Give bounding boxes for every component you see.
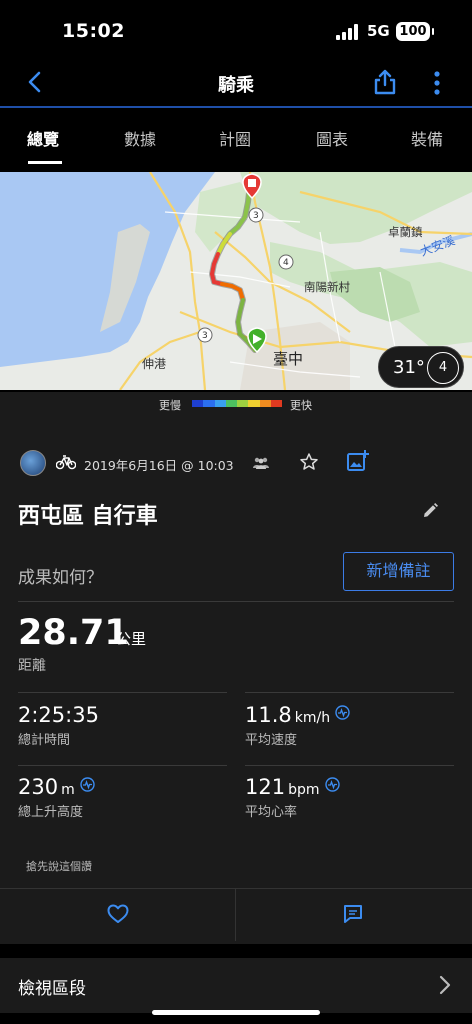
nav-bar: 騎乘 — [0, 60, 472, 108]
home-indicator[interactable] — [152, 1010, 320, 1015]
speed-color-scale — [192, 400, 282, 407]
stat-value: 121 — [245, 775, 286, 799]
view-segments-label: 檢視區段 — [18, 979, 86, 999]
legend-fast-label: 更快 — [290, 399, 312, 412]
social-action-row — [0, 888, 472, 941]
stat-label: 平均心率 — [245, 805, 298, 820]
speed-color-swatch — [225, 400, 237, 407]
how-was-it-prompt: 成果如何？ — [18, 568, 103, 588]
tab-laps[interactable]: 計圈 — [219, 126, 251, 150]
stat-value: 230 — [18, 775, 59, 799]
stat-total-time: 2:25:35 總計時間 — [18, 703, 99, 748]
stat-label: 總上升高度 — [18, 805, 84, 820]
tab-charts[interactable]: 圖表 — [316, 126, 348, 150]
add-note-button[interactable]: 新增備註 — [343, 552, 454, 591]
insight-icon[interactable] — [80, 777, 95, 792]
activity-meta-row: 2019年6月16日 @ 10:03 — [0, 448, 472, 478]
divider — [18, 692, 227, 693]
stat-unit: m — [61, 782, 75, 798]
distance-unit: 公里 — [116, 630, 147, 648]
stat-unit: km/h — [294, 710, 331, 726]
add-photo-icon[interactable] — [346, 449, 370, 473]
activity-date: 2019年6月16日 @ 10:03 — [84, 458, 234, 473]
like-first-text: 搶先說這個讚 — [26, 860, 92, 873]
stat-avg-speed: 11.8 km/h 平均速度 — [245, 703, 350, 748]
svg-text:伸港: 伸港 — [142, 357, 166, 371]
temperature: 31° — [393, 357, 425, 378]
svg-text:臺中: 臺中 — [273, 350, 303, 368]
speed-color-swatch — [214, 400, 226, 407]
stat-value: 2:25:35 — [18, 703, 99, 727]
avatar[interactable] — [20, 450, 46, 476]
page-title: 騎乘 — [218, 75, 254, 96]
network-type: 5G — [367, 22, 390, 40]
action-divider — [235, 889, 236, 941]
comment-icon[interactable] — [343, 904, 363, 924]
insight-icon[interactable] — [324, 777, 340, 792]
speed-legend: 更慢 更快 — [0, 392, 472, 416]
bike-icon — [56, 455, 76, 470]
tab-gear[interactable]: 裝備 — [411, 126, 443, 150]
speed-color-swatch — [203, 400, 215, 407]
star-icon[interactable] — [299, 452, 319, 472]
speed-color-swatch — [237, 400, 249, 407]
like-icon[interactable] — [107, 904, 129, 924]
speed-color-swatch — [259, 400, 271, 407]
activity-summary-card: 2019年6月16日 @ 10:03 西屯區 自行車 成果如何？ 新增備註 28… — [0, 416, 472, 944]
svg-text:南陽新村: 南陽新村 — [304, 280, 350, 294]
stat-unit: bpm — [288, 782, 320, 798]
stat-label: 總計時間 — [18, 733, 71, 748]
divider — [245, 765, 454, 766]
divider — [18, 601, 454, 602]
more-options-icon[interactable] — [430, 70, 444, 96]
view-segments-row[interactable]: 檢視區段 — [0, 958, 472, 1013]
divider — [18, 765, 227, 766]
speed-color-swatch — [192, 400, 204, 407]
insight-icon[interactable] — [335, 705, 350, 720]
svg-text:4: 4 — [283, 258, 289, 268]
distance-value: 28.71 — [18, 613, 129, 653]
edit-icon[interactable] — [421, 502, 439, 520]
svg-text:卓蘭鎮: 卓蘭鎮 — [388, 225, 423, 239]
stat-value: 11.8 — [245, 703, 292, 727]
stat-label: 平均速度 — [245, 733, 298, 748]
tab-bar: 總覽 數據 計圈 圖表 裝備 — [0, 110, 472, 164]
activity-title: 西屯區 自行車 — [18, 504, 158, 529]
status-time: 15:02 — [62, 20, 125, 42]
legend-slow-label: 更慢 — [159, 399, 181, 412]
svg-text:3: 3 — [202, 331, 208, 341]
svg-text:3: 3 — [253, 211, 259, 221]
chevron-right-icon — [439, 975, 451, 995]
group-icon — [253, 457, 269, 469]
stat-avg-heart-rate: 121 bpm 平均心率 — [245, 775, 340, 820]
speed-color-swatch — [270, 400, 282, 407]
distance-label: 距離 — [18, 658, 46, 674]
tab-active-indicator — [28, 161, 62, 164]
weather-badge[interactable]: 31° 4 — [378, 346, 464, 388]
signal-icon — [336, 24, 358, 40]
battery-icon: 100 — [396, 22, 434, 41]
share-icon[interactable] — [372, 68, 398, 96]
tab-data[interactable]: 數據 — [124, 126, 156, 150]
tab-overview[interactable]: 總覽 — [27, 126, 59, 150]
speed-color-swatch — [248, 400, 260, 407]
wind-direction-icon: 4 — [427, 352, 459, 384]
status-bar: 15:02 5G 100 — [0, 0, 472, 60]
stat-elevation-gain: 230 m 總上升高度 — [18, 775, 95, 820]
divider — [245, 692, 454, 693]
